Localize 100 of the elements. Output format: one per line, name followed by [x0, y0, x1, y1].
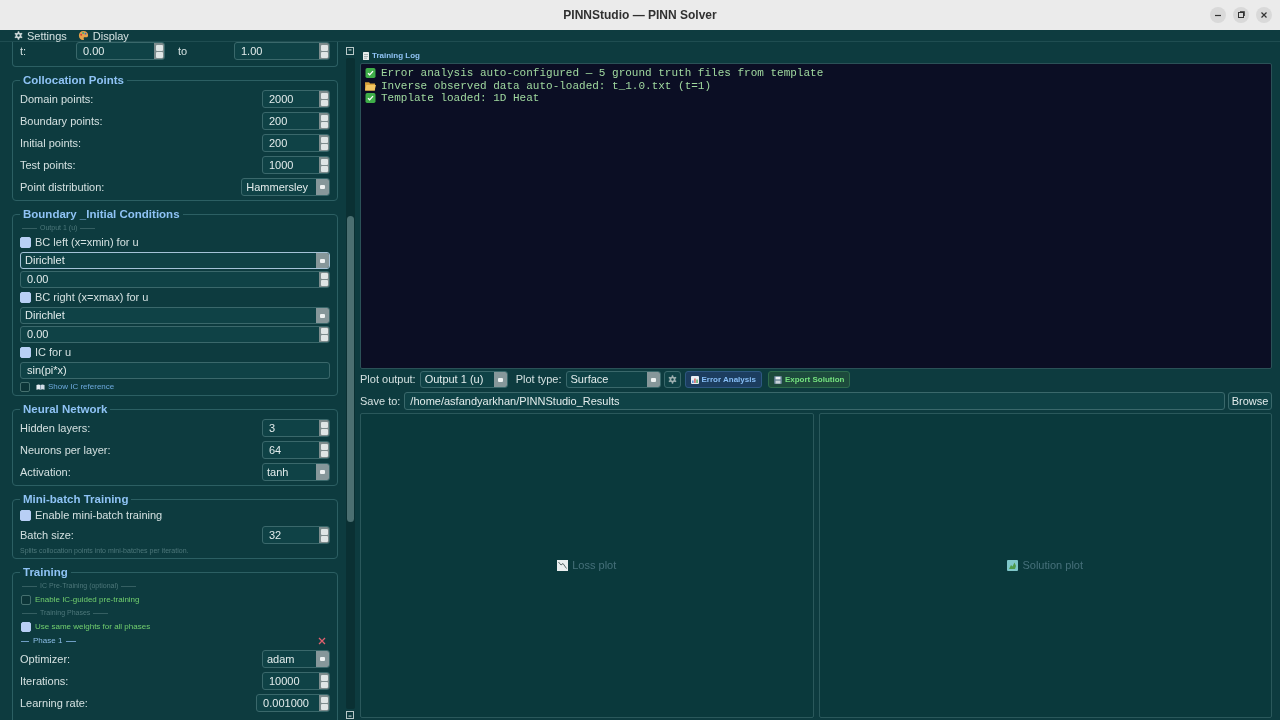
- close-icon[interactable]: [1256, 7, 1272, 23]
- dropdown[interactable]: Surface: [565, 371, 661, 388]
- spin-down-button[interactable]: [320, 450, 328, 457]
- plot-settings-button[interactable]: [663, 371, 681, 388]
- spin-down-button[interactable]: [155, 51, 163, 58]
- display-menu[interactable]: Display: [77, 29, 129, 42]
- spin-up-button[interactable]: [320, 273, 328, 279]
- export-solution-button[interactable]: Export Solution: [767, 371, 851, 388]
- checkbox-label: BC left (x=xmin) for u: [35, 236, 139, 249]
- spin-up-button[interactable]: [320, 114, 328, 121]
- group-title: Collocation Points: [22, 74, 125, 87]
- dropdown[interactable]: tanh: [262, 463, 330, 481]
- plot-title: Loss plot: [572, 559, 617, 572]
- restore-icon[interactable]: [1233, 7, 1249, 23]
- settings-menu[interactable]: Settings: [14, 29, 67, 42]
- field-label: Neurons per layer:: [20, 443, 111, 457]
- spin-up-button[interactable]: [320, 328, 328, 334]
- spin-down-button[interactable]: [320, 535, 328, 542]
- spin-up-button[interactable]: [320, 44, 328, 51]
- spin-down-button[interactable]: [320, 335, 328, 341]
- check-icon: [365, 68, 376, 79]
- field-label: Activation:: [20, 465, 71, 479]
- checkbox[interactable]: [20, 381, 30, 392]
- dropdown-button[interactable]: [646, 372, 660, 387]
- spin-up-button[interactable]: [320, 674, 328, 681]
- field-label: Point distribution:: [20, 180, 105, 194]
- group-title: Mini-batch Training: [22, 493, 130, 506]
- field-label: t:: [20, 44, 27, 58]
- spin-up-button[interactable]: [155, 44, 163, 51]
- spin-up-button[interactable]: [320, 443, 328, 450]
- number-field[interactable]: 200: [262, 134, 330, 152]
- number-field[interactable]: 1.00: [234, 42, 330, 60]
- group-title: Training: [22, 566, 69, 579]
- spin-down-button[interactable]: [320, 165, 328, 172]
- number-field[interactable]: 3: [262, 419, 330, 437]
- checkbox-label: Use same weights for all phases: [35, 621, 151, 632]
- number-field[interactable]: 32: [262, 526, 330, 544]
- field-label: to: [178, 44, 188, 58]
- dropdown[interactable]: adam: [262, 650, 330, 668]
- checkbox-label: Enable IC-guided pre-training: [35, 594, 140, 605]
- plot-title: Solution plot: [1022, 559, 1083, 572]
- field-label: Save to:: [360, 394, 401, 408]
- folder-icon: [365, 80, 376, 91]
- spin-up-button[interactable]: [320, 528, 328, 535]
- log-line: Inverse observed data auto-loaded: t_1.0.txt (t=1): [381, 79, 712, 92]
- spin-up-button[interactable]: [320, 92, 328, 99]
- field-label: Learning rate:: [20, 696, 88, 710]
- group-title: Boundary _Initial Conditions: [22, 208, 181, 221]
- log-line: Error analysis auto-configured — 5 ground truth files from template: [381, 67, 824, 80]
- dropdown[interactable]: Dirichlet: [20, 252, 330, 269]
- palette-icon: [77, 30, 89, 41]
- error-analysis-button[interactable]: Error Analysis: [684, 371, 762, 388]
- panel-title: Training Log: [372, 50, 420, 61]
- spin-up-button[interactable]: [320, 421, 328, 428]
- group-title: Neural Network: [22, 403, 109, 416]
- dropdown[interactable]: Dirichlet: [20, 307, 330, 324]
- scroll-up-icon[interactable]: [346, 47, 354, 55]
- field-label: Optimizer:: [20, 652, 71, 666]
- checkbox-label: IC for u: [35, 346, 72, 359]
- number-field[interactable]: 0.001000: [256, 694, 330, 712]
- spin-down-button[interactable]: [320, 51, 328, 58]
- number-field[interactable]: 10000: [262, 672, 330, 690]
- spin-down-button[interactable]: [320, 703, 328, 710]
- scrollbar-track[interactable]: [345, 58, 355, 709]
- scrollbar-thumb[interactable]: [346, 216, 354, 522]
- dropdown[interactable]: Hammersley: [241, 178, 330, 196]
- spin-down-button[interactable]: [320, 121, 328, 128]
- dropdown[interactable]: Output 1 (u): [419, 371, 508, 388]
- log-line: Template loaded: 1D Heat: [381, 92, 540, 105]
- number-field[interactable]: 200: [262, 112, 330, 130]
- spin-down-button[interactable]: [320, 428, 328, 435]
- bar-chart-icon: [690, 375, 699, 384]
- minimize-icon[interactable]: [1210, 7, 1226, 23]
- number-field[interactable]: 2000: [262, 90, 330, 108]
- number-field[interactable]: 0.00: [76, 42, 165, 60]
- spin-down-button[interactable]: [320, 99, 328, 106]
- spin-up-button[interactable]: [320, 136, 328, 143]
- field-label: Batch size:: [20, 528, 74, 542]
- gear-icon: [667, 375, 677, 384]
- spin-up-button[interactable]: [320, 158, 328, 165]
- text-field[interactable]: sin(pi*x): [20, 362, 330, 379]
- number-field[interactable]: 64: [262, 441, 330, 459]
- spin-down-button[interactable]: [320, 681, 328, 688]
- browse-button[interactable]: Browse: [1228, 392, 1272, 410]
- number-field[interactable]: 1000: [262, 156, 330, 174]
- phase-title: Phase 1: [33, 636, 63, 646]
- checkbox[interactable]: [21, 594, 31, 605]
- number-field[interactable]: 0.00: [20, 271, 330, 288]
- number-field[interactable]: 0.00: [20, 326, 330, 343]
- dropdown-button[interactable]: [493, 372, 507, 387]
- path-field[interactable]: /home/asfandyarkhan/PINNStudio_Results: [404, 392, 1225, 410]
- field-label: Plot type:: [515, 373, 562, 386]
- check-icon: [365, 93, 376, 104]
- spin-up-button[interactable]: [320, 696, 328, 703]
- map-icon: [1007, 560, 1019, 571]
- spin-down-button[interactable]: [320, 143, 328, 150]
- clipboard-icon: [363, 51, 369, 60]
- scroll-down-icon[interactable]: [346, 711, 354, 719]
- checkbox-label: Enable mini-batch training: [35, 509, 163, 522]
- spin-down-button[interactable]: [320, 280, 328, 286]
